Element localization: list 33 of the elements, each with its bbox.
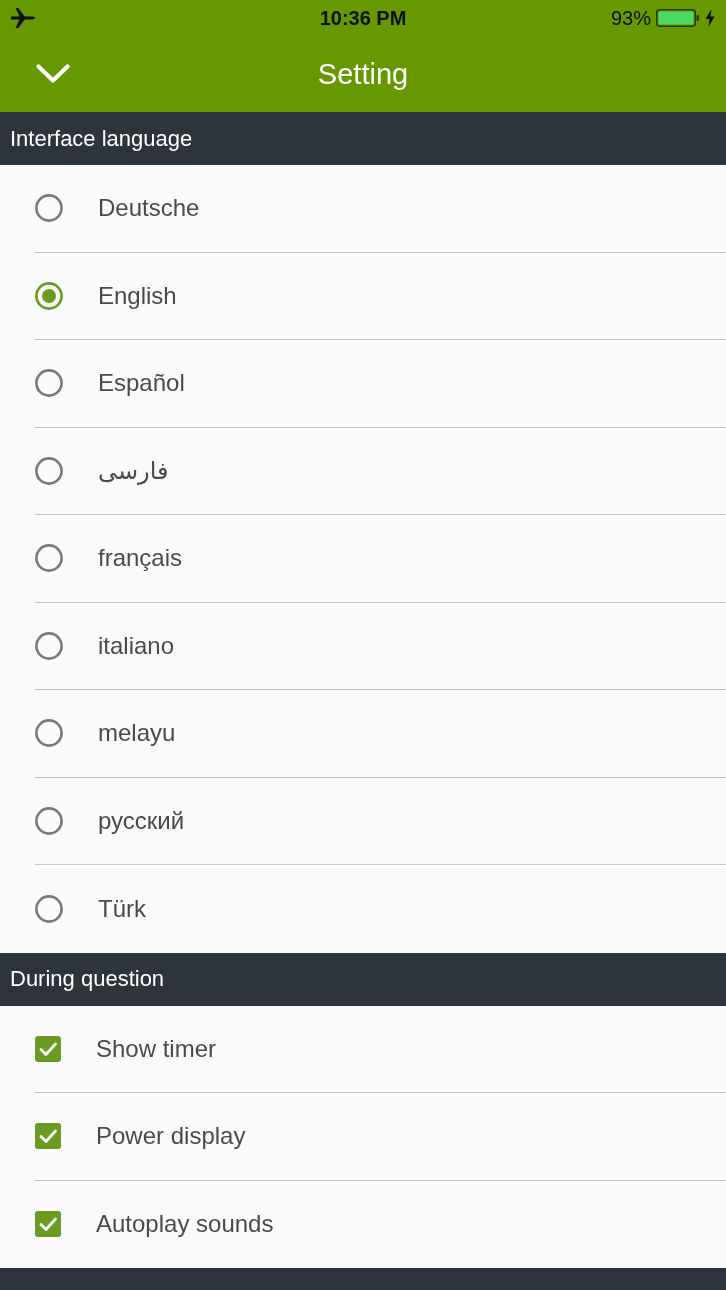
option-label: русский	[98, 808, 185, 833]
checkbox[interactable]	[35, 1035, 61, 1062]
radio-button[interactable]	[35, 806, 63, 835]
option-label: Show timer	[96, 1036, 217, 1061]
option-label: Autoplay sounds	[96, 1212, 274, 1237]
radio-button[interactable]	[35, 894, 63, 923]
radio-button[interactable]	[35, 456, 63, 485]
option-label: melayu	[98, 721, 176, 746]
chevron-down-icon	[36, 64, 70, 84]
radio-button[interactable]	[35, 194, 63, 223]
option-label: français	[98, 546, 183, 571]
option-label: Deutsche	[98, 196, 200, 221]
radio-button[interactable]	[35, 369, 63, 398]
checkbox[interactable]	[35, 1211, 61, 1238]
radio-button[interactable]	[35, 281, 63, 310]
option-label: فارسی	[98, 458, 169, 483]
option-label: Türk	[98, 896, 146, 921]
status-time: 10:36 PM	[319, 8, 407, 28]
section-header: During question	[0, 952, 726, 1006]
option-label: Español	[98, 371, 185, 396]
checkbox[interactable]	[35, 1123, 61, 1150]
radio-button[interactable]	[35, 631, 63, 660]
charging-bolt-icon	[705, 9, 715, 27]
option-label: italiano	[98, 633, 175, 658]
battery-percent: 93%	[610, 8, 651, 28]
section-header: Interface language	[0, 112, 726, 165]
radio-button[interactable]	[35, 544, 63, 573]
option-label: English	[98, 283, 177, 308]
page-title: Setting	[317, 59, 409, 89]
battery-icon	[656, 9, 700, 27]
option-label: Power display	[96, 1124, 246, 1149]
airplane-icon	[11, 8, 35, 28]
radio-button[interactable]	[35, 719, 63, 748]
